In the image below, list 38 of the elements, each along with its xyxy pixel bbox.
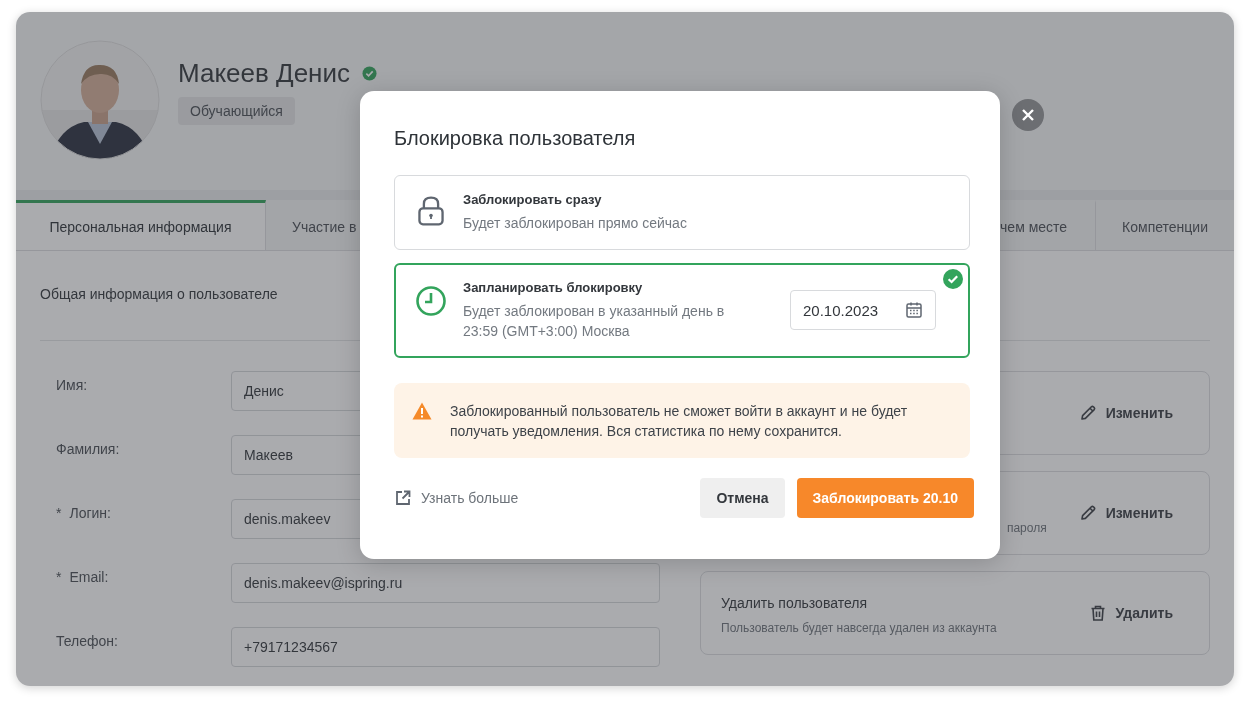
card-description: Пользователь будет навсегда удален из аккаунта [721,621,998,635]
check-badge-icon [943,269,963,289]
field-label: Телефон: [56,633,118,649]
action-button[interactable]: Изменить [1078,504,1173,522]
learn-more-link[interactable]: Узнать больше [394,489,519,507]
cancel-button[interactable]: Отмена [700,478,785,518]
option-card[interactable]: Заблокировать сразу Будет заблокирован прямо сейчас [394,175,970,250]
option-description: Будет заблокирован в указанный день в 23:59 (GMT+3:00) Москва [463,302,726,341]
external-link-icon [394,489,412,507]
user-name: Макеев Денис [178,58,350,89]
calendar-icon [905,301,923,319]
option-card[interactable]: Запланировать блокировку Будет заблокирован в указанный день в 23:59 (GMT+3:00) Москва 20.10.2023 [394,263,970,358]
card-title: Удалить пользователя [721,595,868,611]
pencil-icon [1078,404,1097,422]
action-button[interactable]: Изменить [1078,404,1173,422]
input-field[interactable]: +79171234567 [231,627,660,667]
field-label: Фамилия: [56,441,120,457]
dialog-title: Блокировка пользователя [394,127,637,150]
input-field[interactable]: denis.makeev@ispring.ru [231,563,660,603]
action-button[interactable]: Удалить [1088,604,1173,622]
required-mark: * [56,505,62,521]
clock-icon [415,285,447,317]
card-description: пароля [1006,521,1047,535]
warning-icon [412,402,432,420]
date-field[interactable]: 20.10.2023 [790,290,936,330]
field-label: Имя: [56,377,88,393]
field-label: Email: [69,569,109,585]
option-title: Заблокировать сразу [463,192,603,207]
pencil-icon [1078,504,1097,522]
option-title: Запланировать блокировку [463,280,644,295]
role-badge: Обучающийся [178,97,295,125]
required-mark: * [56,569,62,585]
option-description: Будет заблокирован прямо сейчас [463,214,688,233]
warning-text: Заблокированный пользователь не сможет войти в аккаунт и не будет получать уведомления. Вся статистика по нему сохранится. [450,402,909,441]
field-label: Логин: [69,505,111,521]
tab[interactable]: Персональная информация [16,200,266,250]
lock-icon [415,195,447,227]
section-title: Общая информация о пользователе [40,286,278,302]
